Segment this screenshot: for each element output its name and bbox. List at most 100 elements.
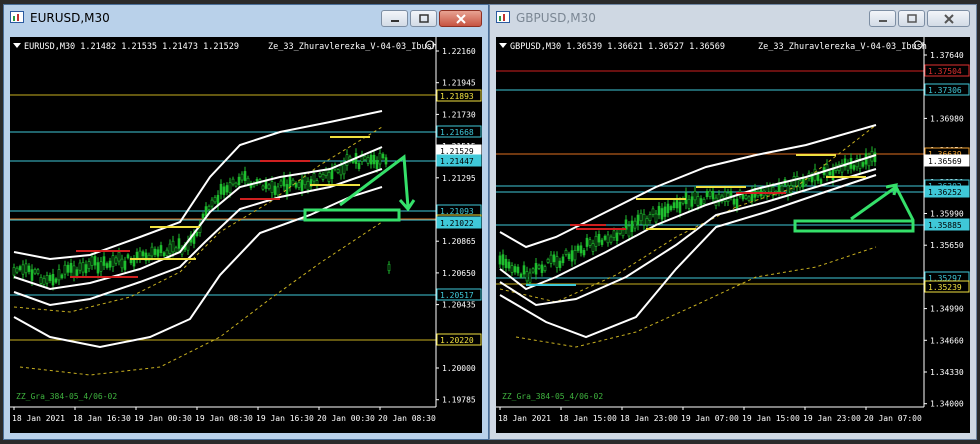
candle <box>651 208 655 215</box>
candle <box>279 180 283 186</box>
candle <box>555 256 559 268</box>
candle <box>690 196 694 207</box>
candle <box>702 199 706 204</box>
candle <box>381 153 385 159</box>
candle <box>696 196 700 206</box>
candle <box>357 163 361 169</box>
candle <box>657 206 661 216</box>
chart-window-eurusd[interactable]: EURUSD,M30 EURUSD,M30 1.21482 1.21535 1.… <box>3 4 489 440</box>
candle <box>117 251 121 262</box>
candle <box>582 250 586 256</box>
window-title: EURUSD,M30 <box>30 11 110 25</box>
candle <box>510 265 514 273</box>
time-tick-label: 19 Jan 16:30 <box>256 414 314 423</box>
candle <box>525 271 529 282</box>
chart-area[interactable]: GBPUSD,M30 1.36539 1.36621 1.36527 1.365… <box>496 37 970 433</box>
candle <box>51 273 55 286</box>
minimize-button[interactable] <box>869 10 896 27</box>
candle <box>639 212 643 222</box>
candle <box>516 266 520 274</box>
zigzag-label: ZZ_Gra_384-05_4/06-02 <box>16 392 117 401</box>
chart-area[interactable]: EURUSD,M30 1.21482 1.21535 1.21473 1.215… <box>10 37 482 433</box>
candle <box>300 179 304 192</box>
title-bar[interactable]: GBPUSD,M30 <box>490 5 976 31</box>
candle <box>498 255 502 265</box>
candle <box>330 168 334 180</box>
price-tick-label: 1.22160 <box>442 47 476 56</box>
zigzag-label: ZZ_Gra_384-05_4/06-02 <box>502 392 603 401</box>
candle <box>624 219 628 230</box>
candle <box>33 269 37 274</box>
candle <box>372 154 376 165</box>
candle <box>537 264 541 269</box>
time-tick-label: 18 Jan 2021 <box>498 414 551 423</box>
maximize-icon <box>906 14 917 23</box>
candle <box>267 184 271 189</box>
symbol-info: EURUSD,M30 1.21482 1.21535 1.21473 1.215… <box>24 42 239 52</box>
highlight-zone-box <box>793 219 915 233</box>
maximize-button[interactable] <box>410 10 437 27</box>
candle <box>123 260 127 270</box>
candle <box>519 273 523 278</box>
candle <box>366 157 370 164</box>
price-tick-label: 1.34660 <box>930 336 964 345</box>
indicator-name: Ze_33_Zhuravlerezka_V-04-03_Ibush <box>758 42 927 52</box>
candle <box>207 205 211 210</box>
candle <box>630 220 634 232</box>
time-tick-label: 18 Jan 23:00 <box>620 414 678 423</box>
candle <box>108 260 112 268</box>
price-chart-eurusd[interactable]: EURUSD,M30 1.21482 1.21535 1.21473 1.215… <box>10 37 482 433</box>
price-label: 1.36569 <box>928 157 962 166</box>
candle <box>648 214 652 221</box>
candle <box>543 266 547 271</box>
price-tick-label: 1.35990 <box>930 210 964 219</box>
minimize-icon <box>390 19 399 22</box>
candle <box>30 269 34 281</box>
candle <box>276 186 280 196</box>
time-tick-label: 19 Jan 07:00 <box>681 414 739 423</box>
candle <box>195 231 199 236</box>
chart-window-gbpusd[interactable]: GBPUSD,M30 GBPUSD,M30 1.36539 1.36621 1.… <box>489 4 977 440</box>
candle <box>87 261 91 269</box>
candle <box>291 179 295 185</box>
candle <box>345 154 349 166</box>
candle <box>261 185 265 190</box>
price-chart-gbpusd[interactable]: GBPUSD,M30 1.36539 1.36621 1.36527 1.365… <box>496 37 970 433</box>
maximize-icon <box>418 14 429 23</box>
candle <box>819 179 823 184</box>
candle <box>78 262 82 271</box>
candle <box>603 235 607 240</box>
candle <box>378 152 382 165</box>
price-label: 1.37306 <box>928 86 962 95</box>
candle <box>612 230 616 238</box>
minimize-button[interactable] <box>381 10 408 27</box>
candle <box>660 208 664 220</box>
price-label: 1.37504 <box>928 67 962 76</box>
candle <box>18 266 22 271</box>
price-tick-label: 1.34990 <box>930 305 964 314</box>
candle <box>273 185 277 195</box>
candle <box>597 234 601 243</box>
price-tick-label: 1.37640 <box>930 51 964 60</box>
candle <box>588 239 592 246</box>
maximize-button[interactable] <box>898 10 925 27</box>
candle <box>669 206 673 211</box>
collapse-triangle-icon <box>499 43 507 48</box>
candle <box>102 256 106 266</box>
title-bar[interactable]: EURUSD,M30 <box>4 5 488 31</box>
candle <box>645 218 649 225</box>
time-tick-label: 20 Jan 07:00 <box>864 414 922 423</box>
candle <box>240 173 244 181</box>
candle <box>795 175 799 187</box>
close-icon <box>455 13 466 24</box>
price-tick-label: 1.34000 <box>930 400 964 409</box>
candle <box>693 190 697 201</box>
candle <box>501 254 505 266</box>
close-button[interactable] <box>927 10 970 27</box>
time-tick-label: 18 Jan 2021 <box>12 414 65 423</box>
candle <box>594 235 598 247</box>
close-button[interactable] <box>439 10 482 27</box>
dashed-average-line <box>499 124 877 303</box>
candle <box>546 258 550 263</box>
candle <box>75 269 79 276</box>
